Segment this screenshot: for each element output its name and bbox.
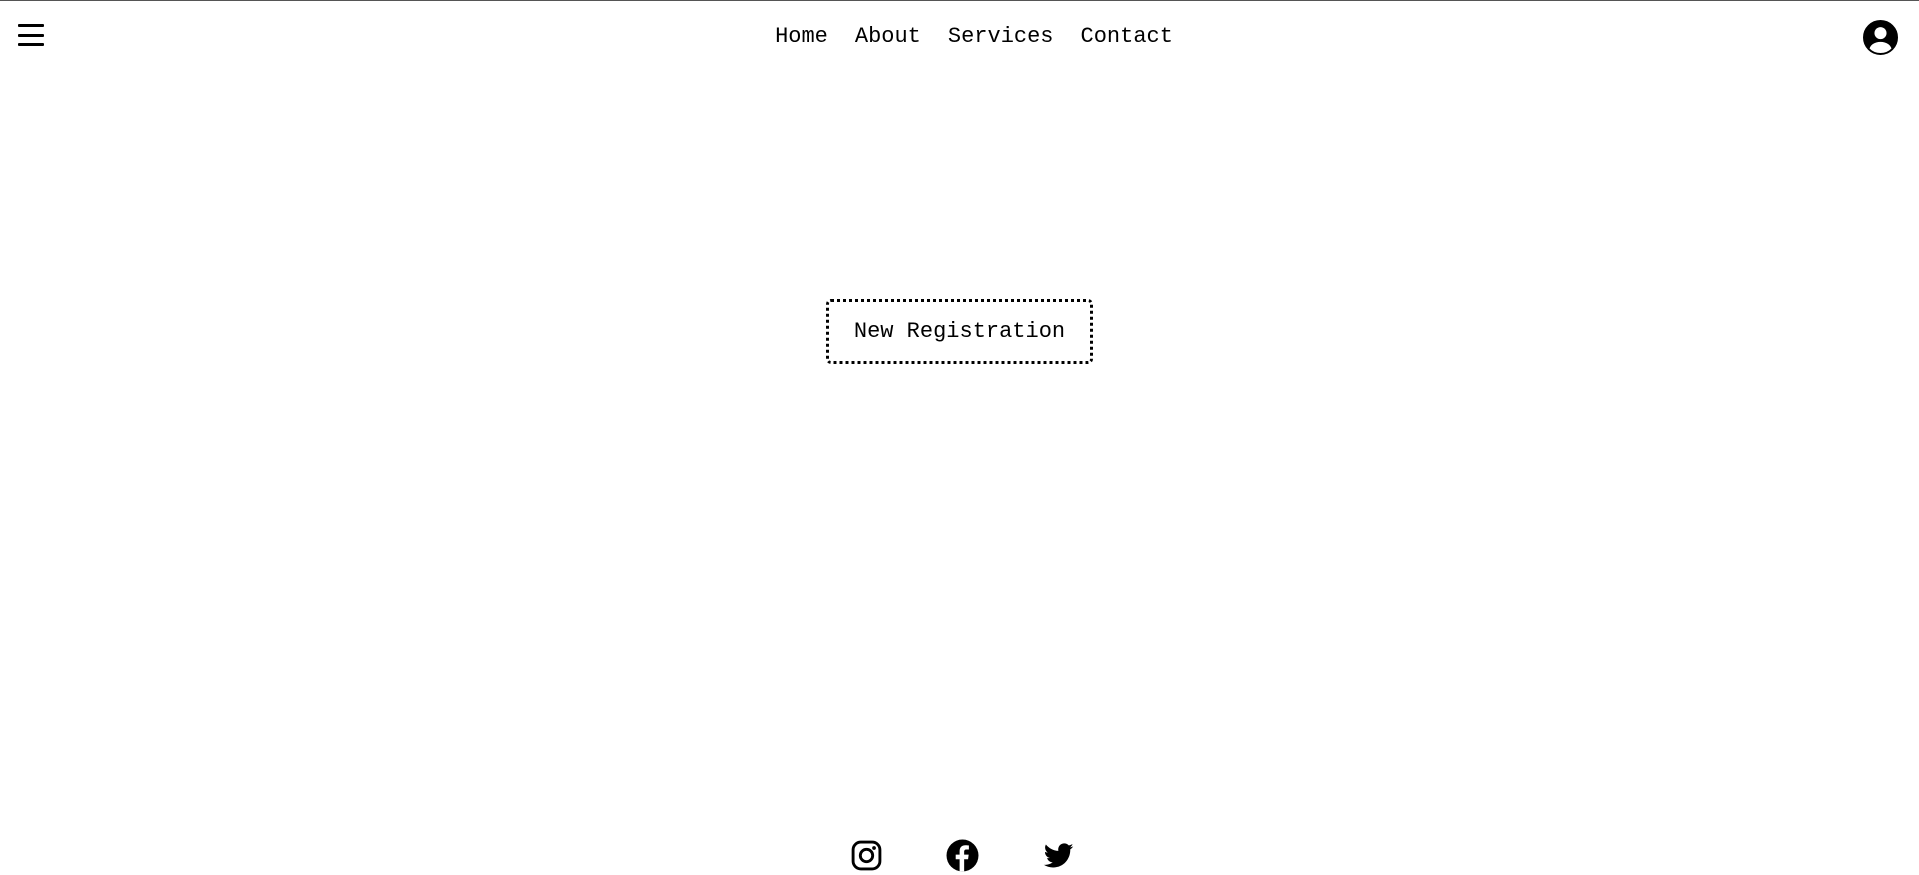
twitter-icon[interactable]: [1042, 839, 1075, 872]
nav-link-about[interactable]: About: [855, 24, 921, 50]
new-registration-button[interactable]: New Registration: [826, 299, 1093, 364]
nav-link-contact[interactable]: Contact: [1081, 24, 1173, 50]
main-nav: Home About Services Contact: [0, 24, 1919, 50]
nav-link-home[interactable]: Home: [775, 24, 828, 50]
social-links: [0, 839, 1919, 872]
user-circle-icon[interactable]: [1863, 20, 1898, 55]
facebook-icon[interactable]: [946, 839, 979, 872]
nav-link-services[interactable]: Services: [948, 24, 1054, 50]
page: Home About Services Contact New Registra…: [0, 0, 1919, 875]
instagram-icon[interactable]: [850, 839, 883, 872]
